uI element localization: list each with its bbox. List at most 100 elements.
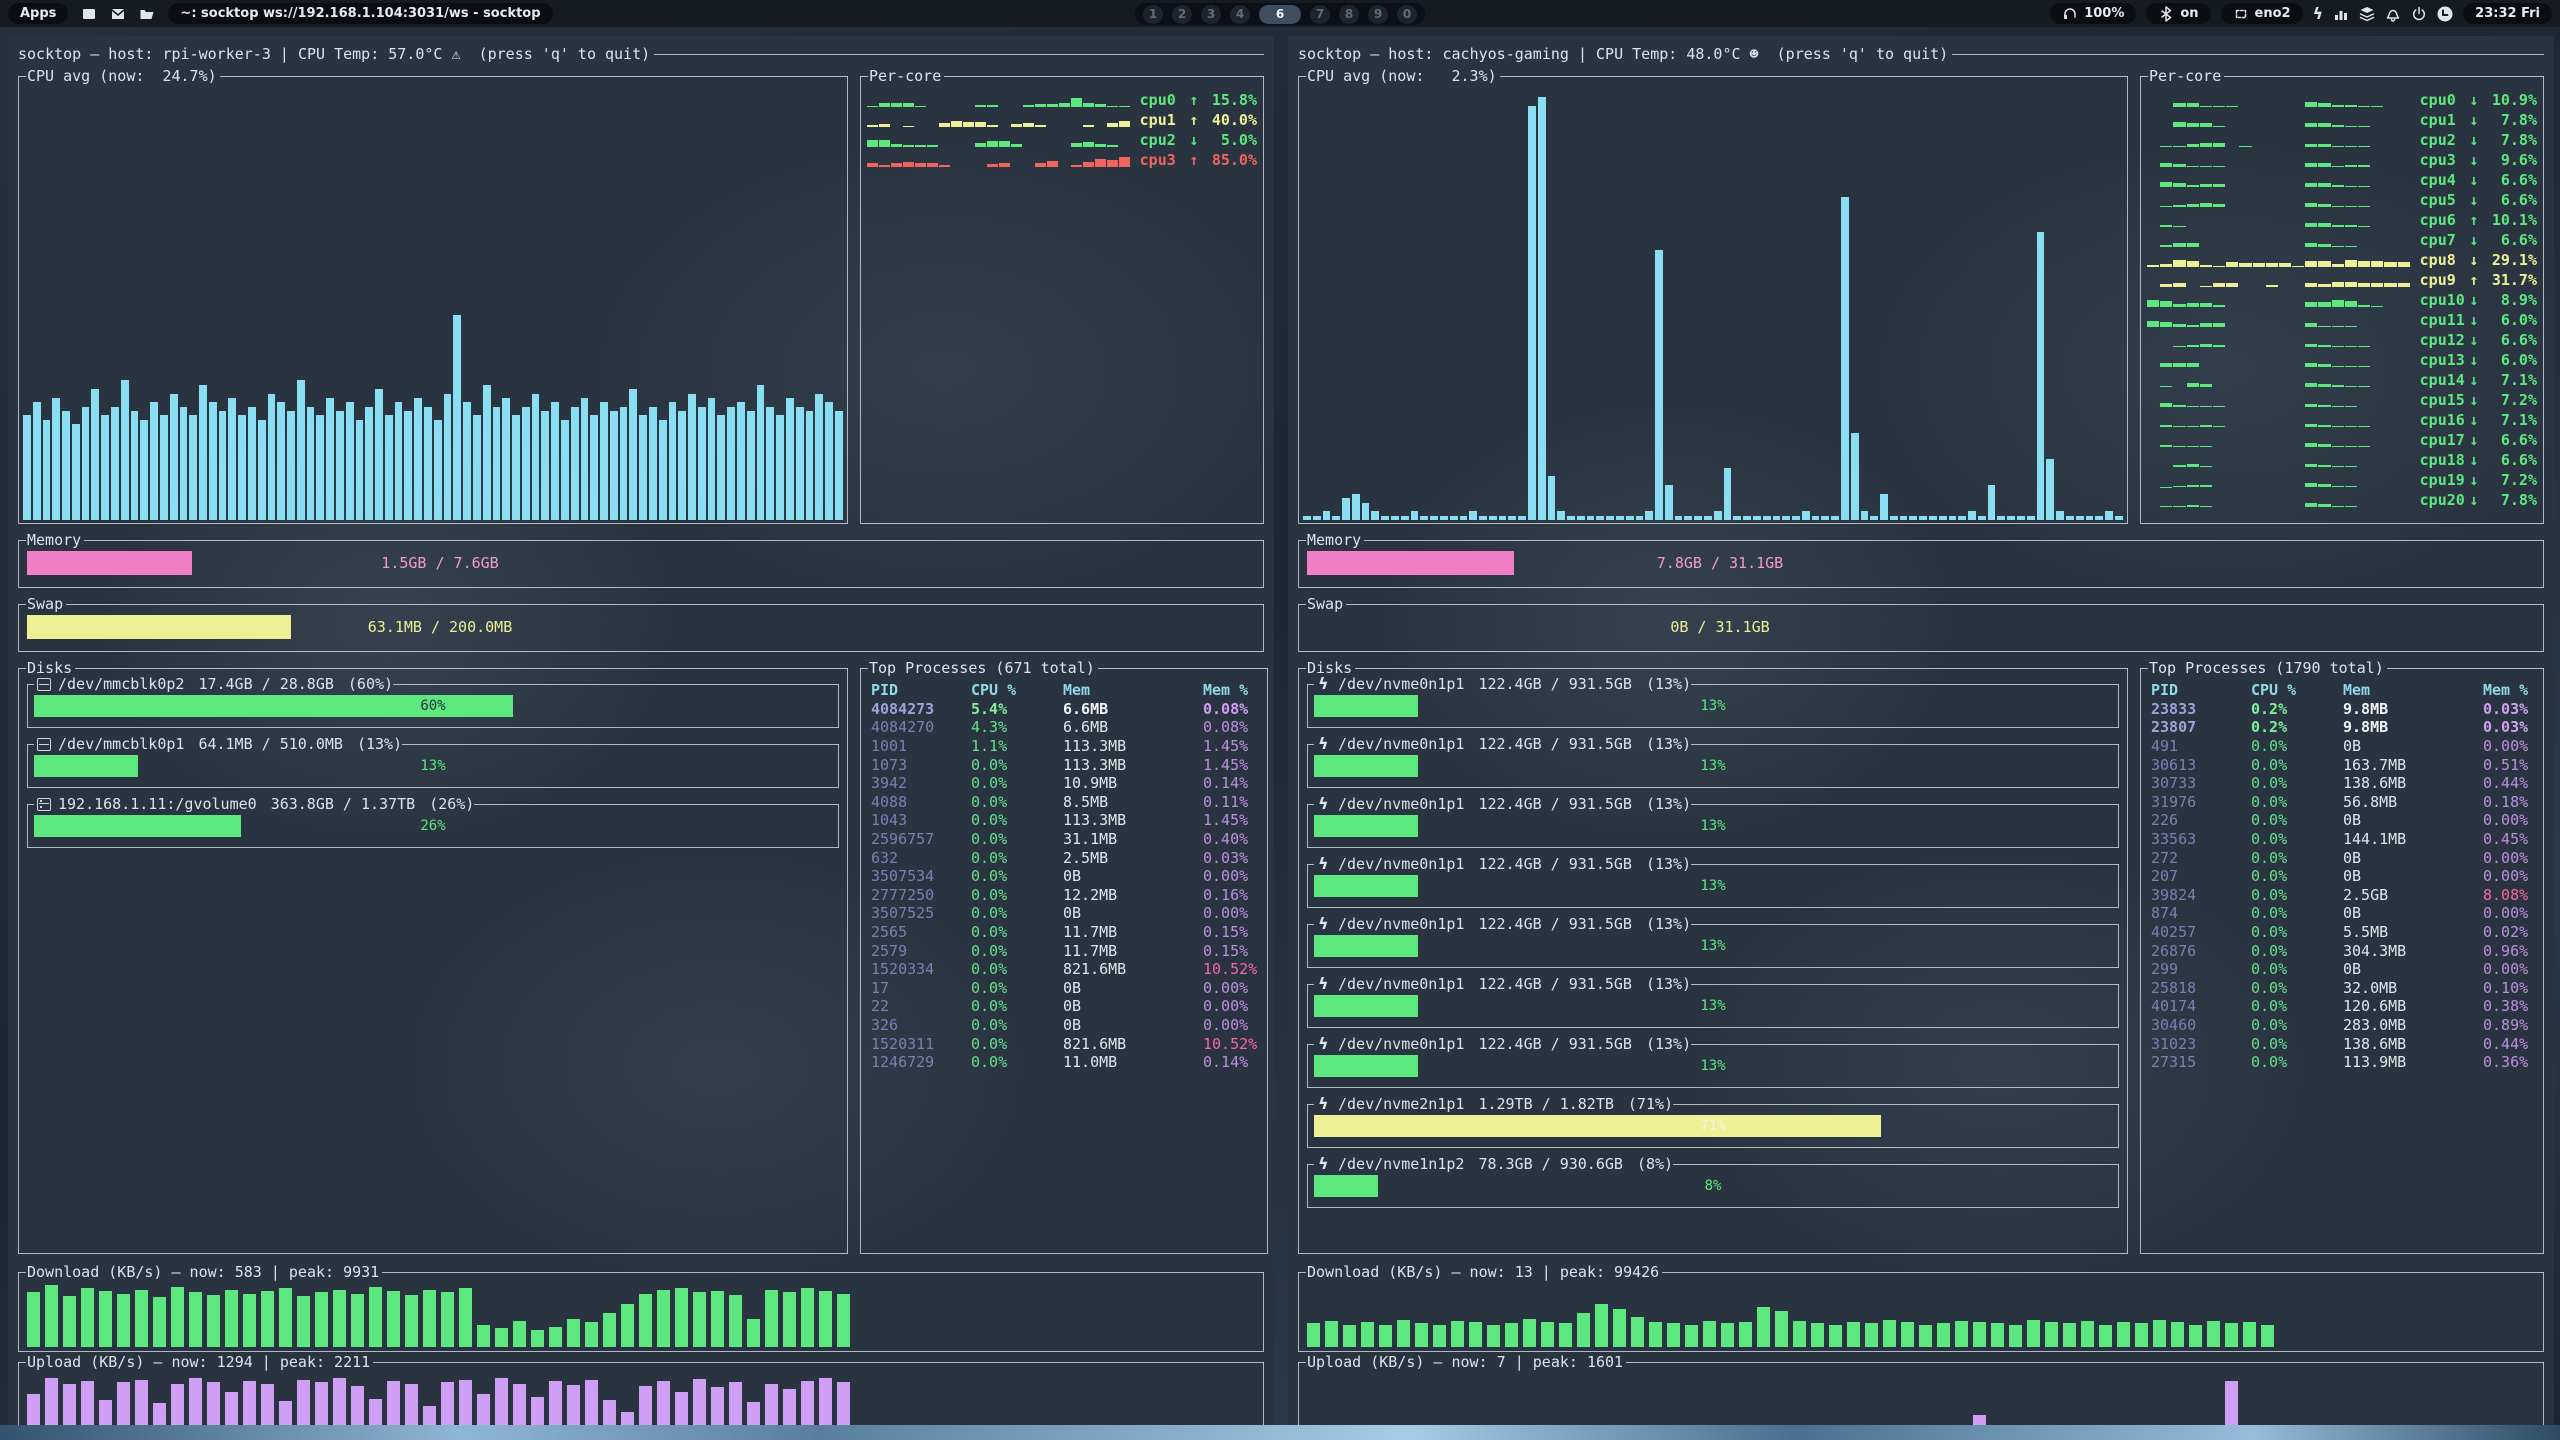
histogram-bar	[1901, 1322, 1914, 1347]
histogram-bar	[131, 411, 139, 520]
spark-bar	[2318, 326, 2330, 328]
mail-icon[interactable]	[110, 6, 126, 22]
histogram-bar	[1361, 1428, 1374, 1437]
process-mem-pct: 0.03%	[1203, 849, 1257, 867]
core-label: cpu15↓7.2%	[2420, 391, 2537, 409]
top-bar-right: 100% on eno2 ϟ 23:32 Fri	[2050, 0, 2552, 27]
core-spark	[2147, 372, 2410, 387]
histogram-bar	[639, 415, 647, 520]
core-label: cpu3↑85.0%	[1140, 151, 1257, 169]
core-spark	[2147, 292, 2410, 307]
histogram-bar	[171, 1384, 184, 1437]
spark-bar	[2305, 443, 2317, 447]
spark-bar	[2187, 363, 2199, 367]
spark-bar	[879, 140, 890, 147]
disk-gauge: 13%	[1314, 755, 2112, 777]
apps-button[interactable]: Apps	[8, 3, 68, 24]
histogram-bar	[621, 1304, 634, 1347]
workspace-pill[interactable]: 8	[1339, 5, 1359, 24]
spark-bar	[2305, 144, 2317, 147]
histogram-bar	[423, 1290, 436, 1347]
core-name: cpu2	[1140, 131, 1185, 149]
spark-bar	[987, 105, 998, 107]
histogram-bar	[1505, 1323, 1518, 1347]
spark-bar	[2160, 386, 2172, 387]
workspace-number: 1	[1149, 7, 1157, 21]
terminal-window[interactable]: socktop — host: rpi-worker-3 | CPU Temp:…	[8, 36, 1274, 1428]
histogram-bar	[243, 1294, 256, 1347]
power-profile-icon[interactable]: ϟ	[2313, 4, 2324, 23]
terminal-title-pill[interactable]: ~: socktop ws://192.168.1.104:3031/ws - …	[168, 3, 552, 24]
spark-bar	[1107, 160, 1118, 167]
workspace-pill[interactable]: 7	[1310, 5, 1330, 24]
process-row: 26876 0.0% 304.3MB 0.96%	[2151, 941, 2533, 960]
process-pid: 3942	[871, 774, 971, 792]
network-pill[interactable]: eno2	[2221, 3, 2303, 24]
process-row: 23807 0.2% 9.8MB 0.03%	[2151, 718, 2533, 737]
workspace-pill[interactable]: 9	[1368, 5, 1388, 24]
process-cpu: 0.0%	[971, 904, 1063, 922]
memory-title: Memory	[1306, 531, 1364, 549]
workspace-pill[interactable]: 2	[1172, 5, 1192, 24]
bluetooth-pill[interactable]: on	[2146, 3, 2210, 24]
spark-bar	[2187, 261, 2199, 267]
disk-header: 192.168.1.11:/gvolume0 363.8GB / 1.37TB …	[27, 795, 839, 813]
process-row: 3942 0.0% 10.9MB 0.14%	[871, 774, 1257, 793]
workspace-pill[interactable]: 0	[1397, 5, 1417, 24]
spark-bar	[927, 163, 938, 167]
files-icon[interactable]	[139, 6, 155, 22]
histogram-bar	[1469, 511, 1477, 520]
volume-pill[interactable]: 100%	[2050, 3, 2136, 24]
workspace-pill[interactable]: 1	[1143, 5, 1163, 24]
spark-bar	[2332, 246, 2344, 247]
process-row: 33563 0.0% 144.1MB 0.45%	[2151, 830, 2533, 849]
core-row: cpu0↓10.9%	[2147, 89, 2537, 109]
spark-bar	[2332, 506, 2344, 507]
spark-bar	[1023, 105, 1034, 107]
histogram-bar	[1415, 1432, 1428, 1437]
process-pid: 30733	[2151, 774, 2251, 792]
spark-bar	[1083, 125, 1094, 127]
process-cpu: 0.0%	[2251, 886, 2343, 904]
screen-layout-icon[interactable]	[2437, 6, 2453, 22]
histogram-bar	[369, 1399, 382, 1437]
disk-usage: 78.3GB / 930.6GB	[1478, 1155, 1623, 1173]
workspace-pill[interactable]: 3	[1201, 5, 1221, 24]
process-mem: 9.8MB	[2343, 700, 2483, 718]
core-label: cpu3↓9.6%	[2420, 151, 2537, 169]
workspace-pill[interactable]: 4	[1230, 5, 1250, 24]
disk-percent: (13%)	[357, 735, 402, 753]
histogram-bar	[387, 1291, 400, 1347]
histogram-bar	[1831, 516, 1839, 520]
histogram-bar	[2027, 1320, 2040, 1347]
clock-pill[interactable]: 23:32 Fri	[2463, 3, 2552, 24]
spark-bar	[879, 124, 890, 127]
process-pid: 31023	[2151, 1035, 2251, 1053]
process-row: 4084273 5.4% 6.6MB 0.08%	[871, 700, 1257, 719]
core-label: cpu19↓7.2%	[2420, 471, 2537, 489]
spark-bar	[2200, 303, 2212, 307]
core-spark	[2147, 352, 2410, 367]
terminal-window[interactable]: socktop — host: cachyos-gaming | CPU Tem…	[1288, 36, 2554, 1428]
disk-name: /dev/nvme0n1p1	[1338, 975, 1464, 993]
histogram-bar	[522, 407, 530, 520]
spark-bar	[2213, 323, 2225, 327]
spark-bar	[2200, 184, 2212, 187]
histogram-bar	[1841, 197, 1849, 520]
histogram-bar	[1548, 476, 1556, 520]
disk-usage: 122.4GB / 931.5GB	[1478, 855, 1632, 873]
levels-icon[interactable]	[2333, 6, 2349, 22]
workspace-pill[interactable]: 6	[1259, 5, 1301, 24]
histogram-bar	[189, 1292, 202, 1347]
histogram-bar	[414, 398, 422, 520]
histogram-bar	[567, 1319, 580, 1347]
power-icon[interactable]	[2411, 6, 2427, 22]
headphones-icon	[2062, 6, 2078, 22]
layers-icon[interactable]	[2359, 6, 2375, 22]
disk-icon	[37, 678, 51, 691]
window-icon[interactable]	[81, 6, 97, 22]
bell-icon[interactable]	[2385, 6, 2401, 22]
cpu-avg-title: CPU avg (now: 2.3%)	[1306, 67, 1500, 85]
disk-gauge: 13%	[1314, 935, 2112, 957]
spark-bar	[2213, 143, 2225, 147]
